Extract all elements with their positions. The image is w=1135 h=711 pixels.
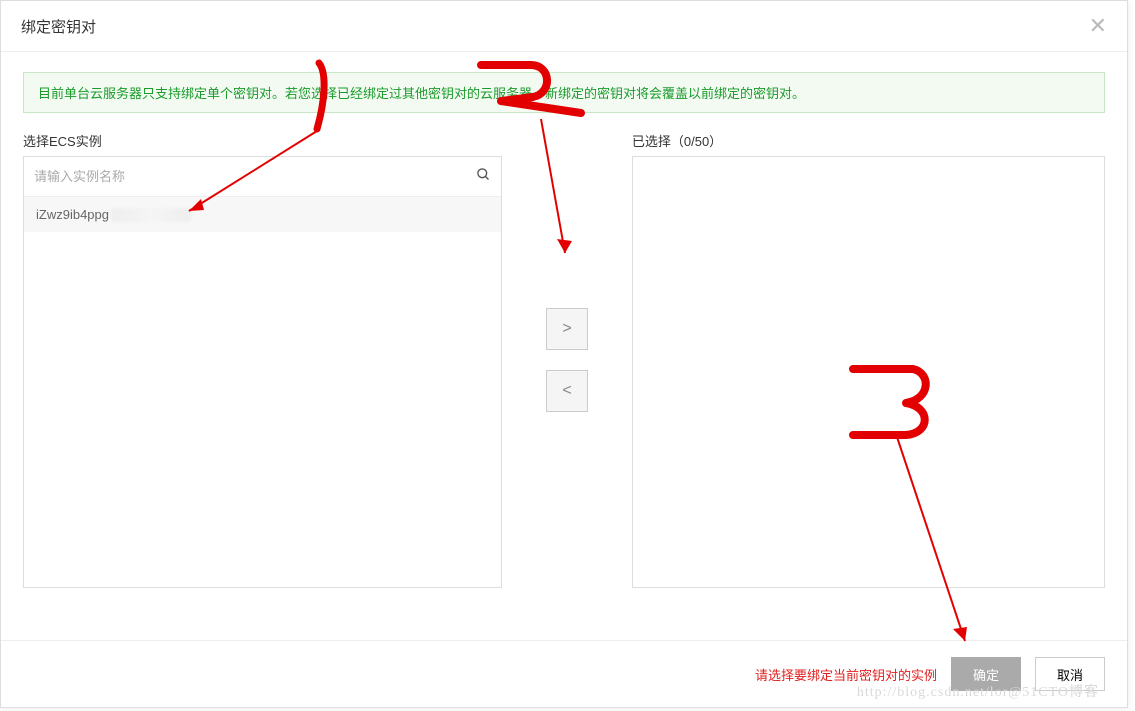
move-left-button[interactable]: < <box>546 370 588 412</box>
dialog-body: 目前单台云服务器只支持绑定单个密钥对。若您选择已经绑定过其他密钥对的云服务器，新… <box>1 52 1127 598</box>
transfer-container: 选择ECS实例 iZwz9ib4ppg <box>23 131 1105 588</box>
dialog-header: 绑定密钥对 ✕ <box>1 1 1127 52</box>
instance-list: iZwz9ib4ppg <box>24 197 501 587</box>
available-box: iZwz9ib4ppg <box>23 156 502 588</box>
search-input[interactable] <box>34 169 476 184</box>
redacted-text <box>111 208 191 222</box>
dialog-footer: 请选择要绑定当前密钥对的实例 确定 取消 <box>1 640 1127 707</box>
confirm-button[interactable]: 确定 <box>951 657 1021 691</box>
selected-panel: 已选择（0/50） <box>632 131 1105 588</box>
available-panel: 选择ECS实例 iZwz9ib4ppg <box>23 131 502 588</box>
selected-label: 已选择（0/50） <box>632 131 1105 150</box>
error-text: 请选择要绑定当前密钥对的实例 <box>755 665 937 684</box>
close-icon[interactable]: ✕ <box>1089 15 1107 37</box>
list-item[interactable]: iZwz9ib4ppg <box>24 197 501 232</box>
cancel-button[interactable]: 取消 <box>1035 657 1105 691</box>
dialog-title: 绑定密钥对 <box>21 16 96 37</box>
transfer-controls: > < <box>502 131 632 588</box>
instance-name: iZwz9ib4ppg <box>36 207 109 222</box>
bind-keypair-dialog: 绑定密钥对 ✕ 目前单台云服务器只支持绑定单个密钥对。若您选择已经绑定过其他密钥… <box>0 0 1128 708</box>
search-icon[interactable] <box>476 167 491 186</box>
move-right-button[interactable]: > <box>546 308 588 350</box>
info-banner: 目前单台云服务器只支持绑定单个密钥对。若您选择已经绑定过其他密钥对的云服务器，新… <box>23 72 1105 113</box>
available-label: 选择ECS实例 <box>23 131 502 150</box>
selected-box <box>632 156 1105 588</box>
search-row <box>24 157 501 197</box>
